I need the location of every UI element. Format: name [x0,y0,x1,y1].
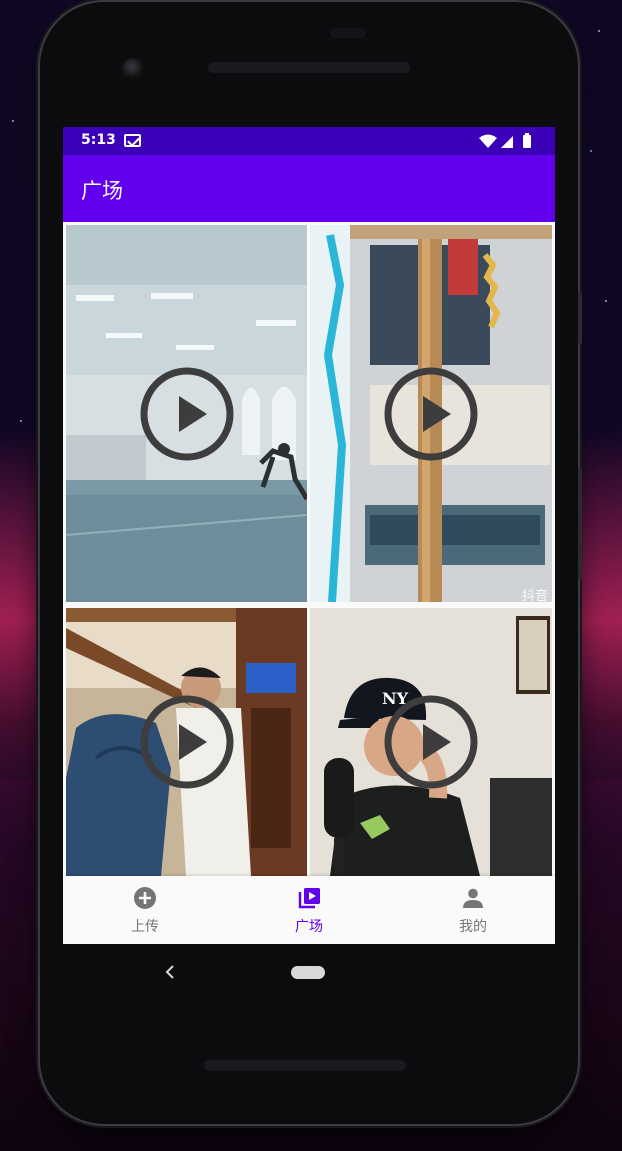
front-camera [122,58,144,80]
wifi-icon [479,134,498,148]
status-icons [479,133,531,148]
bottom-navigation: 上传 广场 我的 [63,876,555,944]
status-time: 5:13 [81,132,116,148]
video-grid: 抖音 NY [63,222,555,876]
earpiece [330,28,366,38]
system-home-button[interactable] [291,966,325,979]
play-circle-icon[interactable] [139,366,235,462]
nav-label-square: 广场 [295,919,323,935]
video-tile-2[interactable]: 抖音 [310,225,552,602]
play-circle-icon[interactable] [139,694,235,790]
bottom-speaker [203,1058,407,1071]
app-bar: 广场 [63,155,555,222]
volume-button [578,468,582,580]
play-circle-icon[interactable] [383,366,479,462]
nav-item-upload[interactable]: 上传 [63,876,227,944]
star [12,120,14,122]
video-tile-4[interactable]: NY [310,608,552,876]
gmail-notification-icon [124,134,141,147]
power-button [578,292,582,344]
star [598,30,600,32]
system-back-icon[interactable] [163,963,177,981]
nav-item-square[interactable]: 广场 [227,876,391,944]
star [20,420,22,422]
video-tile-3[interactable] [66,608,307,876]
video-tile-1[interactable] [66,225,307,602]
app-screen: 5:13 广场 抖音 NY 上传 广场 我的 [63,127,555,944]
status-bar: 5:13 [63,127,555,155]
nav-label-upload: 上传 [131,919,159,935]
play-circle-icon[interactable] [383,694,479,790]
person-icon [463,888,483,908]
add-circle-icon [134,887,156,909]
douyin-watermark: 抖音 [521,589,548,602]
nav-label-mine: 我的 [459,919,487,935]
star [590,150,592,152]
battery-icon [523,133,531,148]
page-title: 广场 [81,179,123,203]
star [605,300,607,302]
nav-item-mine[interactable]: 我的 [391,876,555,944]
top-speaker [207,60,411,73]
video-library-icon [298,888,320,909]
